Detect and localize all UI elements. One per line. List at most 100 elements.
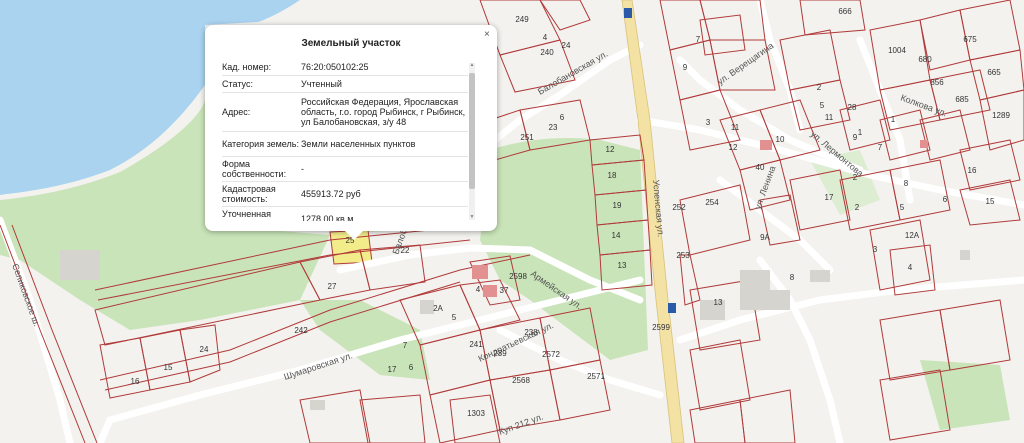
parcel-number-label: 14 [612, 231, 621, 240]
park-area [920, 360, 1010, 430]
parcel-number-label: 11 [825, 113, 834, 122]
parcel-number-label: 251 [520, 133, 534, 142]
info-label: Адрес: [222, 107, 251, 117]
parcel-number-label: 3 [873, 245, 878, 254]
info-row: Адрес: Российская Федерация, Ярославская… [222, 93, 468, 132]
parcel-number-label: 15 [986, 197, 995, 206]
parcel-number-label: 2571 [587, 372, 605, 381]
parcel-number-label: 1289 [992, 111, 1010, 120]
parcel-number-label: 22 [401, 246, 410, 255]
info-value: Учтенный [301, 79, 342, 89]
parcel-number-label: 675 [963, 35, 977, 44]
info-row: Статус: Учтенный [222, 76, 468, 93]
info-value: Российская Федерация, Ярославская област… [301, 97, 466, 127]
info-row: Форма собственности: - [222, 157, 468, 182]
parcel-number-label: 18 [608, 171, 617, 180]
parcel-number-label: 253 [676, 251, 690, 260]
parcel-number-label: 16 [131, 377, 140, 386]
parcel-number-label: 3 [706, 118, 711, 127]
parcel-number-label: 23 [549, 123, 558, 132]
info-label: Форма собственности: [222, 159, 287, 179]
parcel-number-label: 40 [756, 163, 765, 172]
parcel-number-label: 1303 [467, 409, 485, 418]
parcel-number-label: 12 [729, 143, 738, 152]
popup-scrollbar[interactable]: ▲ ▼ [469, 63, 475, 220]
parcel-number-label: 239 [493, 349, 507, 358]
info-label: Уточненная площадь: [222, 209, 272, 221]
parcel-number-label: 24 [562, 41, 571, 50]
parcel-number-label: 242 [294, 326, 308, 335]
parcel-number-label: 9 [853, 133, 858, 142]
parcel-number-label: 2А [433, 304, 443, 313]
street-label-shumarovskaya: Шумаровская ул. [283, 350, 354, 382]
parcel-number-label: 24 [200, 345, 209, 354]
parcel-number-label: 241 [469, 340, 483, 349]
map-canvas[interactable]: Успенская ул. Балобановская ул. Шумаровс… [0, 0, 1024, 443]
parcel-number-label: 7 [403, 341, 408, 350]
scroll-thumb[interactable] [469, 73, 475, 189]
street-label-kolkova: Колкова ул. [899, 92, 948, 118]
parcel-number-label: 12 [606, 145, 615, 154]
info-value: Земли населенных пунктов [301, 139, 416, 149]
parcel-number-label: 9А [760, 233, 770, 242]
parcel-number-label: 252 [672, 203, 686, 212]
street-label-sel: Селиковское ш. [10, 262, 42, 327]
parcel-number-label: 665 [987, 68, 1001, 77]
parcel-number-label: 4 [543, 33, 548, 42]
parcel-number-label: 5 [820, 101, 825, 110]
parcel-number-label: 6 [943, 195, 948, 204]
parcel-number-label: 1 [891, 115, 896, 124]
parcel-number-label: 13 [714, 298, 723, 307]
parcel-number-label: 2568 [512, 376, 530, 385]
parcel-number-label: 680 [918, 55, 932, 64]
parcel-number-label: 666 [838, 7, 852, 16]
street-label-vereshchagina: ул. Верещагина [715, 40, 775, 86]
parcel-number-label: 12А [905, 231, 920, 240]
info-label: Кад. номер: [222, 62, 272, 72]
parcel-number-label: 2 [853, 173, 858, 182]
parcel-number-label: 2572 [542, 350, 560, 359]
parcel-number-label: 1 [858, 128, 863, 137]
parcel-number-label: 856 [930, 78, 944, 87]
info-row: Кадастровая стоимость: 455913.72 руб [222, 182, 468, 207]
popup-title: Земельный участок [301, 38, 401, 49]
parcel-number-label: 4 [476, 285, 481, 294]
parcel-number-label: 238 [524, 328, 538, 337]
parcel-number-label: 5 [452, 313, 457, 322]
parcel-number-label: 2 [817, 83, 822, 92]
parcel-number-label: 37 [500, 286, 509, 295]
parcel-number-label: 9 [683, 63, 688, 72]
parcel-number-label: 1004 [888, 46, 906, 55]
parcel-number-label: 8 [904, 179, 909, 188]
parcel-number-label: 16 [968, 166, 977, 175]
info-value: 76:20:050102:25 [301, 62, 369, 72]
parcel-number-label: 27 [328, 282, 337, 291]
info-value: 1278.00 кв.м [301, 214, 354, 221]
parcel-number-label: 8 [790, 273, 795, 282]
close-icon[interactable]: × [484, 29, 490, 40]
info-label: Кадастровая стоимость: [222, 184, 276, 204]
scroll-up-icon[interactable]: ▲ [469, 63, 475, 68]
parcel-number-label: 6 [409, 363, 414, 372]
info-value: 455913.72 руб [301, 189, 361, 199]
parcel-number-label: 4 [908, 263, 913, 272]
parcel-number-label: 2599 [652, 323, 670, 332]
parcel-number-label: 15 [164, 363, 173, 372]
parcel-number-label: 11 [731, 123, 740, 132]
parcel-number-label: 249 [515, 15, 529, 24]
parcel-number-label: 19 [613, 201, 622, 210]
parcel-number-label: 2 [855, 203, 860, 212]
parcel-number-label: 6 [560, 113, 565, 122]
parcel-number-label: 10 [776, 135, 785, 144]
info-label: Статус: [222, 79, 253, 89]
info-value: - [301, 164, 304, 174]
info-row: Кад. номер: 76:20:050102:25 [222, 59, 468, 76]
scroll-down-icon[interactable]: ▼ [469, 215, 475, 220]
info-row: Уточненная площадь: 1278.00 кв.м [222, 207, 468, 221]
info-rows: Кад. номер: 76:20:050102:25 Статус: Учте… [222, 59, 468, 221]
info-row: Категория земель: Земли населенных пункт… [222, 132, 468, 157]
parcel-number-label: 240 [540, 48, 554, 57]
parcel-number-label: 5 [900, 203, 905, 212]
info-label: Категория земель: [222, 139, 299, 149]
parcel-number-label: 17 [825, 193, 834, 202]
